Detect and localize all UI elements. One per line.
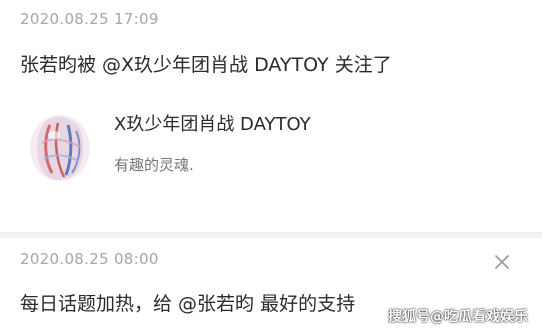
close-icon [495, 255, 509, 269]
timestamp: 2020.08.25 08:00 [20, 250, 159, 268]
avatar-illustration [21, 104, 105, 188]
profile-name: X玖少年团肖战 DAYTOY [114, 114, 311, 135]
feed-item: 2020.08.25 17:09 张若昀被 @X玖少年团肖战 DAYTOY 关注… [0, 0, 542, 232]
activity-text[interactable]: 每日话题加热，给 @张若昀 最好的支持 [20, 289, 355, 316]
dismiss-button[interactable] [492, 252, 512, 272]
avatar [20, 103, 106, 189]
timestamp: 2020.08.25 17:09 [20, 10, 159, 28]
profile-card[interactable]: X玖少年团肖战 DAYTOY 有趣的灵魂. [20, 101, 480, 189]
profile-bio: 有趣的灵魂. [114, 156, 194, 174]
watermark: 搜狐号@吃瓜看戏娱乐 [388, 309, 528, 325]
activity-text[interactable]: 张若昀被 @X玖少年团肖战 DAYTOY 关注了 [20, 50, 392, 77]
